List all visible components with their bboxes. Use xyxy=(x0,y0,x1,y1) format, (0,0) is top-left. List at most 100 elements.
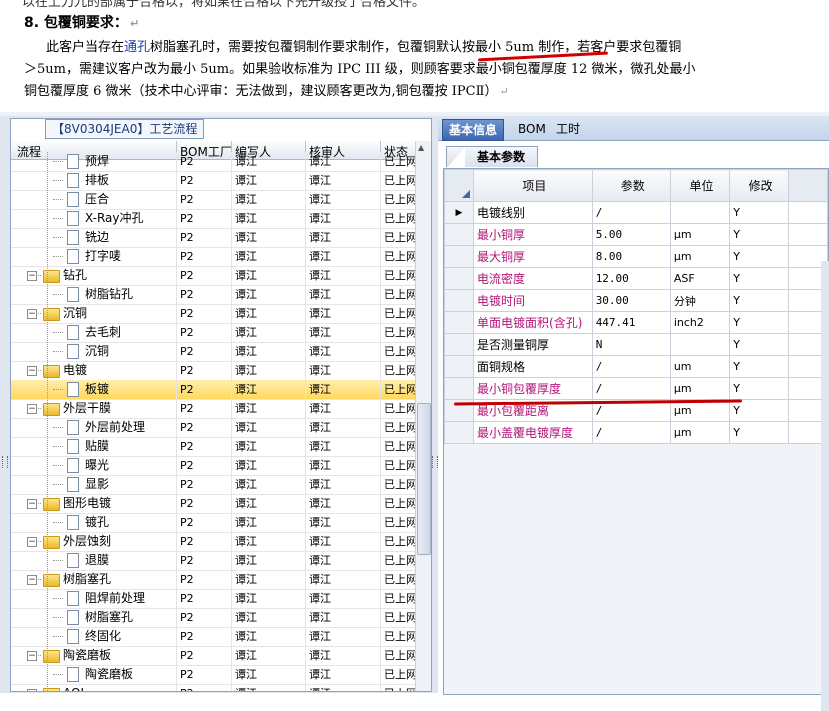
tree-row[interactable]: 贴膜 P2 谭江 谭江 已上网 xyxy=(11,437,417,457)
tree-row[interactable]: 陶瓷磨板 P2 谭江 谭江 已上网 xyxy=(11,665,417,685)
paragraph-line-3: 铜包覆厚度 6 微米（技术中心评审：无法做到，建议顾客更改为,铜包覆按 IPCⅡ… xyxy=(24,84,509,99)
process-tab-title[interactable]: 【8V0304JEA0】工艺流程 xyxy=(45,119,205,139)
param-value[interactable]: 12.00 xyxy=(591,267,671,290)
tree-row[interactable]: − 外层蚀刻 P2 谭江 谭江 已上网 xyxy=(11,532,417,552)
writer-cell: 谭江 xyxy=(235,250,257,263)
tree-row[interactable]: 树脂塞孔 P2 谭江 谭江 已上网 xyxy=(11,608,417,628)
status-cell: 已上网 xyxy=(384,383,417,396)
param-row[interactable]: 最大铜厚 8.00 μm Y xyxy=(443,245,829,268)
tree-row[interactable]: 预焊 P2 谭江 谭江 已上网 xyxy=(11,152,417,172)
collapse-toggle-icon[interactable]: − xyxy=(27,689,37,691)
writer-cell: 谭江 xyxy=(235,231,257,244)
collapse-toggle-icon[interactable]: − xyxy=(27,366,37,376)
collapse-toggle-icon[interactable]: − xyxy=(27,537,37,547)
subtab-basic-params[interactable]: 基本参数 xyxy=(446,146,539,168)
tree-row[interactable]: 终固化 P2 谭江 谭江 已上网 xyxy=(11,627,417,647)
param-row[interactable]: 最小盖覆电镀厚度 / μm Y xyxy=(443,421,829,444)
tree-row[interactable]: − 陶瓷磨板 P2 谭江 谭江 已上网 xyxy=(11,646,417,666)
param-unit xyxy=(669,333,731,356)
tab-work-hours[interactable]: 工时 xyxy=(550,119,586,139)
param-value[interactable]: 5.00 xyxy=(591,223,671,246)
bom-cell: P2 xyxy=(180,174,194,187)
param-value[interactable]: N xyxy=(591,333,671,356)
collapse-toggle-icon[interactable]: − xyxy=(27,271,37,281)
scrollbar-thumb[interactable] xyxy=(417,403,431,555)
tree-row[interactable]: − 图形电镀 P2 谭江 谭江 已上网 xyxy=(11,494,417,514)
tree-node-label: 铣边 xyxy=(85,230,110,244)
tree-row[interactable]: 曝光 P2 谭江 谭江 已上网 xyxy=(11,456,417,476)
status-cell: 已上网 xyxy=(384,573,417,586)
writer-cell: 谭江 xyxy=(235,668,257,681)
col-modify[interactable]: 修改 xyxy=(729,169,789,202)
scroll-up-icon[interactable]: ▲ xyxy=(418,143,424,152)
tree-row[interactable]: 压合 P2 谭江 谭江 已上网 xyxy=(11,190,417,210)
param-row[interactable]: 单面电镀面积(含孔) 447.41 inch2 Y xyxy=(443,311,829,334)
bom-cell: P2 xyxy=(180,193,194,206)
status-cell: 已上网 xyxy=(384,345,417,358)
splitter-grip-icon[interactable] xyxy=(2,456,8,468)
param-value[interactable]: / xyxy=(591,355,671,378)
tree-row[interactable]: 阻焊前处理 P2 谭江 谭江 已上网 xyxy=(11,589,417,609)
row-indicator xyxy=(443,289,475,312)
tree-row[interactable]: 排板 P2 谭江 谭江 已上网 xyxy=(11,171,417,191)
tree-row[interactable]: − 钻孔 P2 谭江 谭江 已上网 xyxy=(11,266,417,286)
tab-bom[interactable]: BOM xyxy=(512,119,552,139)
tab-basic-info[interactable]: 基本信息 xyxy=(442,119,505,141)
tree-row[interactable]: 显影 P2 谭江 谭江 已上网 xyxy=(11,475,417,495)
tree-row[interactable]: 镀孔 P2 谭江 谭江 已上网 xyxy=(11,513,417,533)
param-row[interactable]: 最小铜厚 5.00 μm Y xyxy=(443,223,829,246)
status-cell: 已上网 xyxy=(384,402,417,415)
param-value[interactable]: 447.41 xyxy=(591,311,671,334)
bom-cell: P2 xyxy=(180,155,194,168)
status-cell: 已上网 xyxy=(384,307,417,320)
param-value[interactable]: / xyxy=(591,377,671,400)
collapse-toggle-icon[interactable]: − xyxy=(27,404,37,414)
document-icon xyxy=(67,173,79,188)
status-cell: 已上网 xyxy=(384,668,417,681)
tree-row[interactable]: − 沉铜 P2 谭江 谭江 已上网 xyxy=(11,304,417,324)
param-row[interactable]: 面铜规格 / um Y xyxy=(443,355,829,378)
tree-row[interactable]: X-Ray冲孔 P2 谭江 谭江 已上网 xyxy=(11,209,417,229)
collapse-toggle-icon[interactable]: − xyxy=(27,499,37,509)
param-row[interactable]: 最小铜包覆厚度 / μm Y xyxy=(443,377,829,400)
param-row[interactable]: 电流密度 12.00 ASF Y xyxy=(443,267,829,290)
reviewer-cell: 谭江 xyxy=(309,440,331,453)
param-value[interactable]: / xyxy=(591,421,671,444)
col-param[interactable]: 参数 xyxy=(591,169,671,202)
param-value[interactable]: 8.00 xyxy=(591,245,671,268)
status-cell: 已上网 xyxy=(384,535,417,548)
param-modify: Y xyxy=(729,267,789,290)
collapse-toggle-icon[interactable]: − xyxy=(27,651,37,661)
col-unit[interactable]: 单位 xyxy=(669,169,731,202)
tree-row[interactable]: 退膜 P2 谭江 谭江 已上网 xyxy=(11,551,417,571)
tree-row[interactable]: 外层前处理 P2 谭江 谭江 已上网 xyxy=(11,418,417,438)
tree-row[interactable]: − AOI P2 谭江 谭江 已上网 xyxy=(11,684,417,691)
reviewer-cell: 谭江 xyxy=(309,535,331,548)
tree-row[interactable]: − 电镀 P2 谭江 谭江 已上网 xyxy=(11,361,417,381)
param-row[interactable]: ▶ 电镀线别 / Y xyxy=(443,201,829,224)
tree-row[interactable]: 树脂钻孔 P2 谭江 谭江 已上网 xyxy=(11,285,417,305)
param-unit: μm xyxy=(669,421,731,444)
tree-row[interactable]: 板镀 P2 谭江 谭江 已上网 xyxy=(11,380,417,400)
tree-row[interactable]: − 树脂塞孔 P2 谭江 谭江 已上网 xyxy=(11,570,417,590)
bom-cell: P2 xyxy=(180,231,194,244)
document-icon xyxy=(67,515,79,530)
tree-node-label: 曝光 xyxy=(85,458,110,472)
reviewer-cell: 谭江 xyxy=(309,459,331,472)
document-icon xyxy=(67,477,79,492)
tree-row[interactable]: 沉铜 P2 谭江 谭江 已上网 xyxy=(11,342,417,362)
collapse-toggle-icon[interactable]: − xyxy=(27,309,37,319)
collapse-toggle-icon[interactable]: − xyxy=(27,575,37,585)
writer-cell: 谭江 xyxy=(235,402,257,415)
param-row[interactable]: 电镀时间 30.00 分钟 Y xyxy=(443,289,829,312)
document-icon xyxy=(67,420,79,435)
tree-row[interactable]: − 外层干膜 P2 谭江 谭江 已上网 xyxy=(11,399,417,419)
param-value[interactable]: 30.00 xyxy=(591,289,671,312)
col-item[interactable]: 项目 xyxy=(473,169,593,202)
tree-row[interactable]: 铣边 P2 谭江 谭江 已上网 xyxy=(11,228,417,248)
param-value[interactable]: / xyxy=(591,201,671,224)
tree-row[interactable]: 去毛刺 P2 谭江 谭江 已上网 xyxy=(11,323,417,343)
tree-row[interactable]: 打字唛 P2 谭江 谭江 已上网 xyxy=(11,247,417,267)
param-row[interactable]: 是否测量铜厚 N Y xyxy=(443,333,829,356)
tree-scrollbar[interactable]: ▲ xyxy=(415,141,431,691)
